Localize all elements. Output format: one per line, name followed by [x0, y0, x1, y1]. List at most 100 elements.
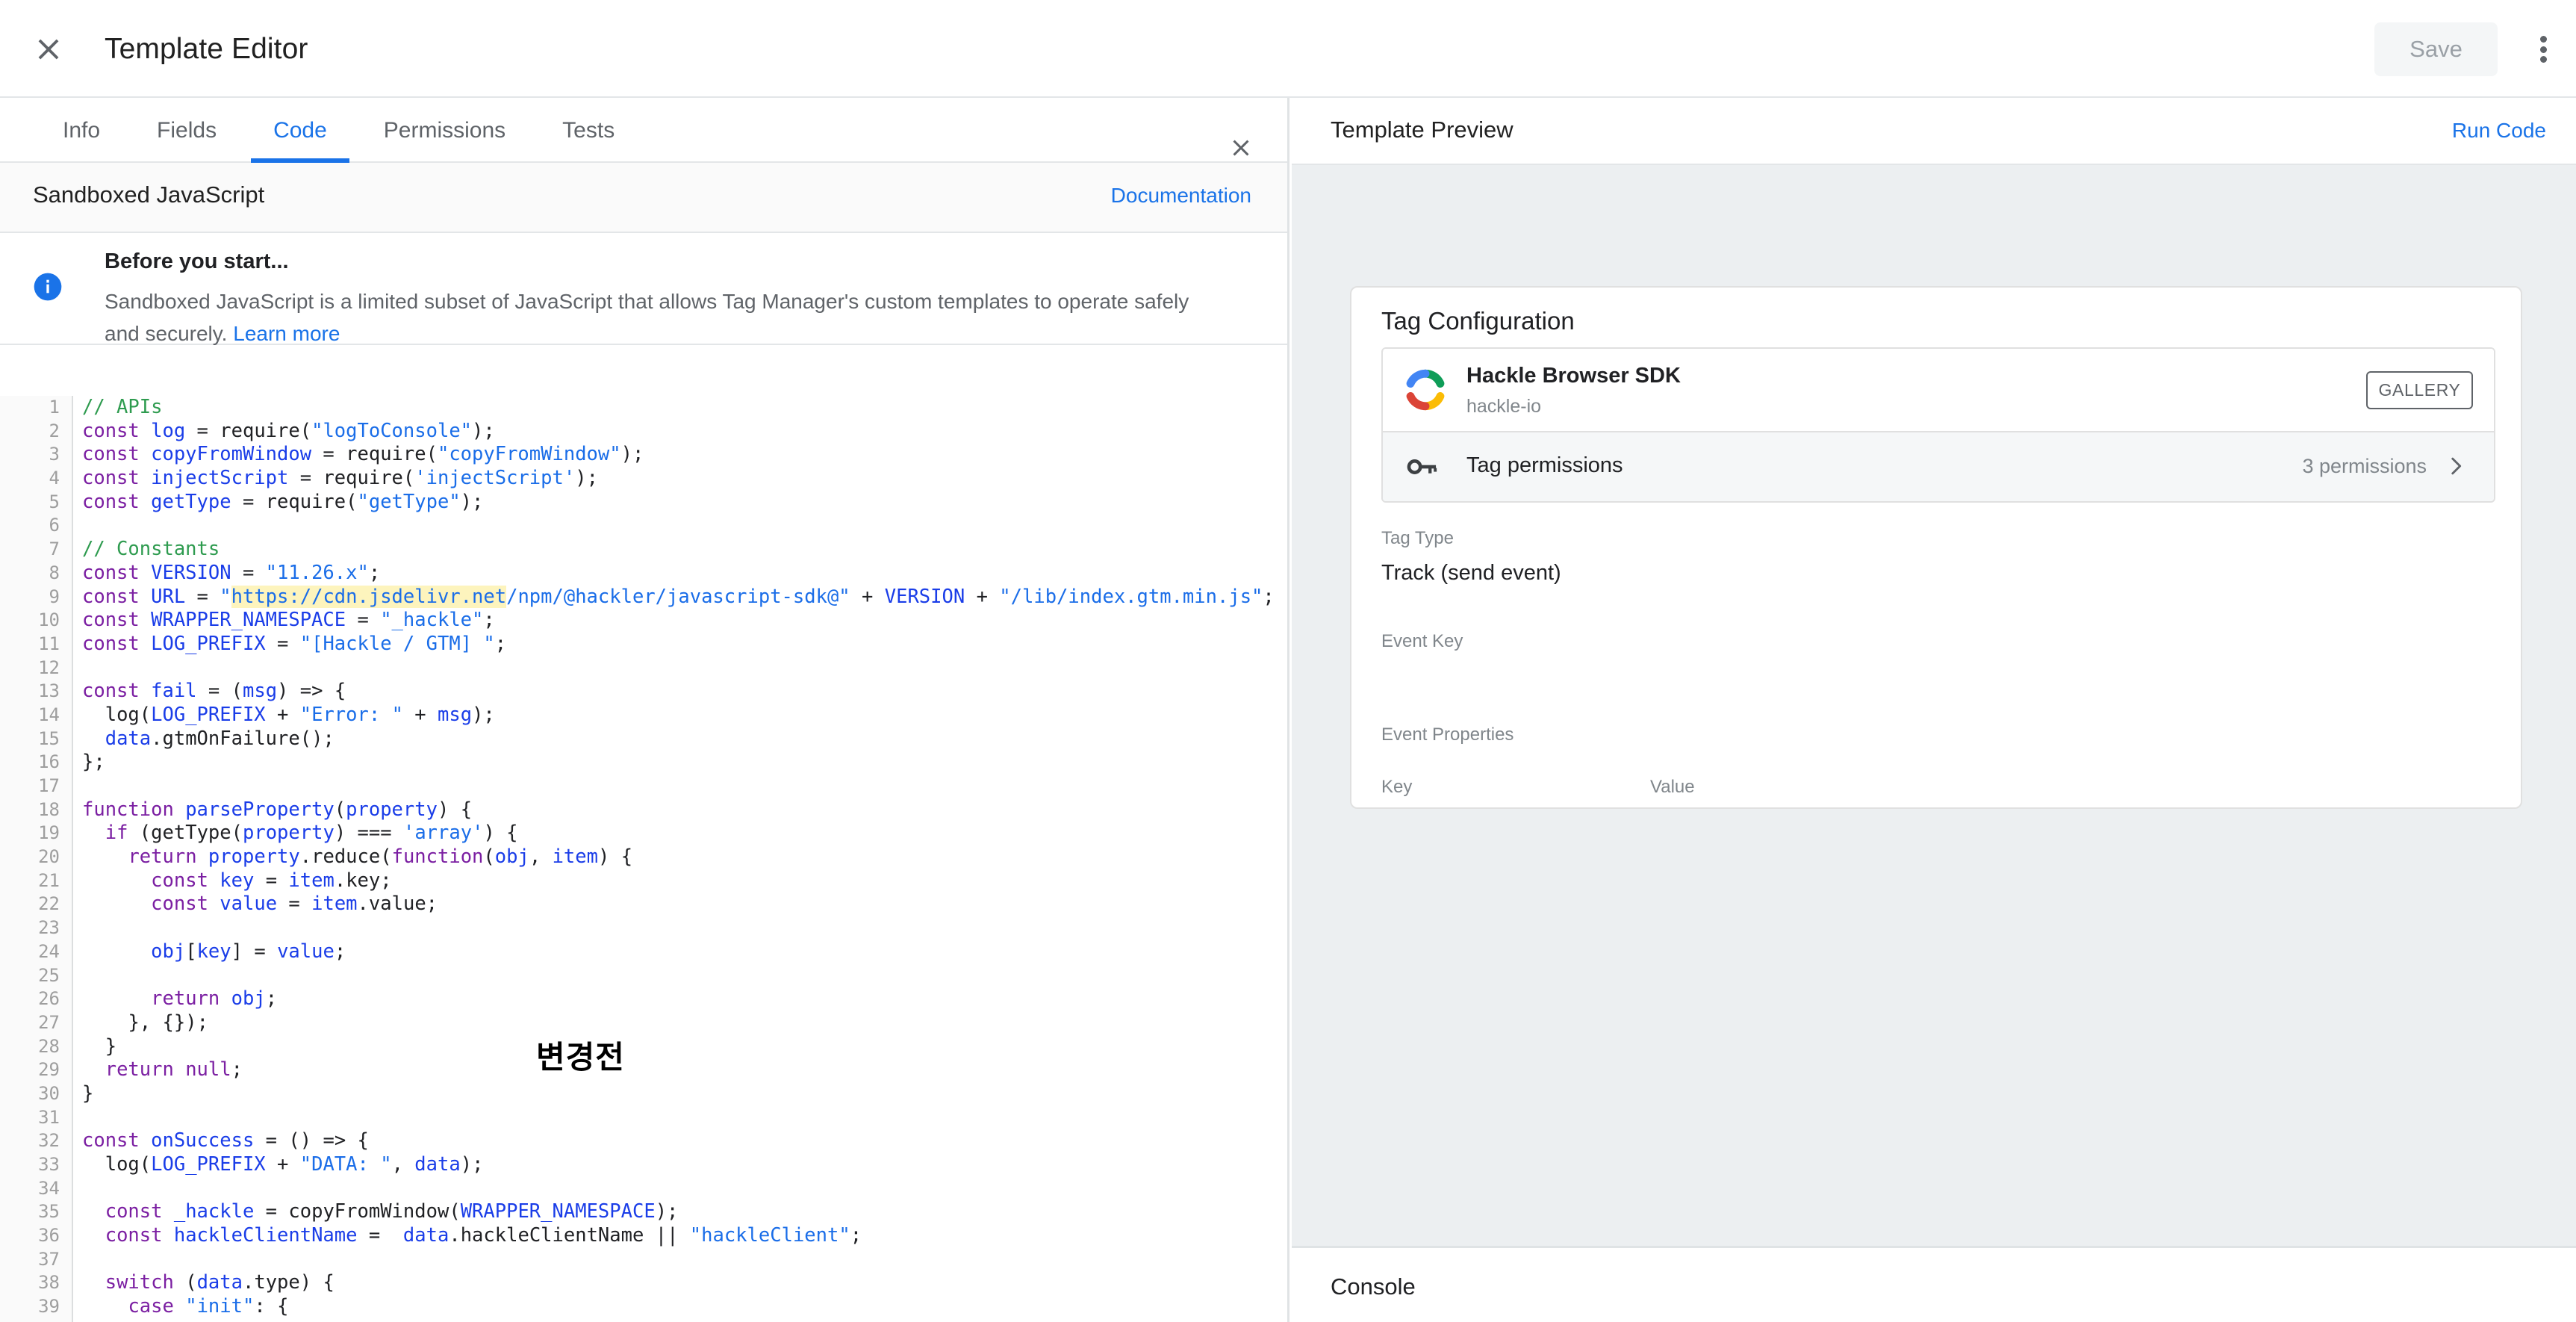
code-text: log(LOG_PREFIX + "DATA: ", data);: [105, 1153, 484, 1176]
learn-more-link[interactable]: Learn more: [233, 322, 340, 345]
info-banner: Before you start... Sandboxed JavaScript…: [0, 233, 1287, 345]
tag-type-value: Track (send event): [1381, 561, 1561, 585]
code-text: const getType = require("getType");: [82, 490, 484, 513]
line-number: 2: [49, 420, 60, 441]
line-number: 6: [49, 515, 60, 536]
code-text: switch (data.type) {: [105, 1271, 335, 1294]
info-circle-icon: [33, 272, 63, 305]
event-key-label: Event Key: [1381, 631, 1463, 651]
line-number: 9: [49, 586, 60, 607]
tag-permissions-row[interactable]: Tag permissions 3 permissions: [1383, 432, 2494, 501]
tab-permissions[interactable]: Permissions: [355, 98, 534, 163]
code-text: const LOG_PREFIX = "[Hackle / GTM] ";: [82, 632, 507, 655]
line-number: 19: [38, 822, 60, 844]
documentation-link[interactable]: Documentation: [1111, 184, 1251, 208]
line-number: 30: [38, 1082, 60, 1104]
sandboxed-js-header: Sandboxed JavaScript Documentation: [0, 163, 1287, 233]
chevron-right-icon[interactable]: [2443, 453, 2468, 479]
line-number: 25: [38, 964, 60, 986]
banner-close-icon[interactable]: [1228, 134, 1254, 161]
code-text: };: [82, 751, 105, 774]
tab-code[interactable]: Code: [245, 98, 355, 163]
line-number: 21: [38, 869, 60, 891]
code-text: }: [82, 1082, 94, 1105]
code-editor[interactable]: 1 // APIs 2 const log = require("logToConso…: [0, 396, 1287, 1322]
close-icon[interactable]: [31, 32, 66, 66]
line-number: 17: [38, 775, 60, 796]
code-text: return null;: [105, 1058, 243, 1082]
tag-type-name: Hackle Browser SDK: [1466, 364, 1681, 388]
code-text: const copyFromWindow = require("copyFrom…: [82, 443, 644, 466]
tab-bar: Info Fields Code Permissions Tests: [0, 98, 1287, 163]
console-title: Console: [1331, 1273, 1416, 1300]
preview-title: Template Preview: [1331, 117, 1513, 143]
hackle-logo-icon: [1404, 368, 1447, 412]
page-title: Template Editor: [105, 33, 308, 65]
tag-type-row[interactable]: Hackle Browser SDK hackle-io GALLERY: [1383, 349, 2494, 432]
line-number: 11: [38, 633, 60, 654]
line-number: 32: [38, 1130, 60, 1152]
code-text: return obj;: [151, 987, 278, 1011]
more-vert-icon[interactable]: [2525, 31, 2561, 67]
code-text: return property.reduce(function(obj, ite…: [128, 845, 633, 869]
code-text: }: [105, 1034, 117, 1058]
preview-header: Template Preview Run Code: [1292, 98, 2576, 165]
gallery-badge[interactable]: GALLERY: [2366, 371, 2473, 409]
console-panel: Console: [1292, 1246, 2576, 1322]
tag-configuration-title: Tag Configuration: [1381, 307, 1575, 335]
tag-type-label-2: Tag Type: [1381, 528, 1454, 548]
tag-type-selector[interactable]: Hackle Browser SDK hackle-io GALLERY Tag…: [1381, 347, 2495, 503]
table-header-value: Value: [1650, 777, 1695, 797]
line-number: 13: [38, 680, 60, 702]
line-number: 22: [38, 893, 60, 915]
banner-title: Before you start...: [105, 249, 289, 273]
code-text: if (getType(property) === 'array') {: [105, 822, 518, 845]
line-number: 29: [38, 1059, 60, 1081]
line-number: 15: [38, 727, 60, 749]
line-number: 23: [38, 917, 60, 939]
tag-type-subtitle: hackle-io: [1466, 396, 1542, 417]
line-number: 8: [49, 562, 60, 583]
key-icon: [1407, 455, 1440, 479]
run-code-button[interactable]: Run Code: [2452, 119, 2546, 143]
tab-info[interactable]: Info: [34, 98, 128, 163]
code-text: const WRAPPER_NAMESPACE = "_hackle";: [82, 609, 495, 632]
tab-fields[interactable]: Fields: [128, 98, 245, 163]
event-properties-label: Event Properties: [1381, 724, 1514, 745]
annotation-overlay: 변경전: [536, 1039, 625, 1076]
save-button[interactable]: Save: [2374, 22, 2498, 76]
code-text: const URL = "https://cdn.jsdelivr.net/np…: [82, 585, 1275, 608]
code-text: const log = require("logToConsole");: [82, 419, 495, 442]
banner-body: Sandboxed JavaScript is a limited subset…: [105, 285, 1202, 350]
code-text: log(LOG_PREFIX + "Error: " + msg);: [105, 703, 495, 726]
code-text: case "init": {: [128, 1295, 289, 1318]
preview-pane: Template Preview Run Code Tag Configurat…: [1292, 98, 2576, 1322]
line-number: 14: [38, 704, 60, 725]
line-number: 5: [49, 491, 60, 512]
tab-tests[interactable]: Tests: [534, 98, 643, 163]
code-text: const VERSION = "11.26.x";: [82, 561, 381, 584]
line-number: 26: [38, 988, 60, 1010]
line-number: 20: [38, 846, 60, 868]
code-text: // Constants: [82, 538, 220, 561]
code-text: const fail = (msg) => {: [82, 680, 346, 703]
line-number: 35: [38, 1201, 60, 1223]
code-text: const injectScript = require('injectScri…: [82, 467, 598, 490]
line-number: 31: [38, 1106, 60, 1128]
code-text: obj[key] = value;: [151, 940, 346, 963]
line-number: 7: [49, 539, 60, 560]
line-number: 27: [38, 1011, 60, 1033]
line-number: 36: [38, 1225, 60, 1247]
code-text: const _hackle = copyFromWindow(WRAPPER_N…: [105, 1200, 679, 1223]
app-header: Template Editor Save: [0, 0, 2576, 98]
table-header-key: Key: [1381, 777, 1413, 797]
tag-permissions-label: Tag permissions: [1466, 453, 1623, 477]
line-number: 38: [38, 1272, 60, 1294]
code-text: }, {});: [128, 1011, 208, 1034]
line-number: 12: [38, 657, 60, 678]
line-number: 34: [38, 1177, 60, 1199]
line-number: 3: [49, 444, 60, 465]
line-number: 18: [38, 798, 60, 820]
code-text: function parseProperty(property) {: [82, 798, 473, 821]
line-number: 10: [38, 609, 60, 631]
